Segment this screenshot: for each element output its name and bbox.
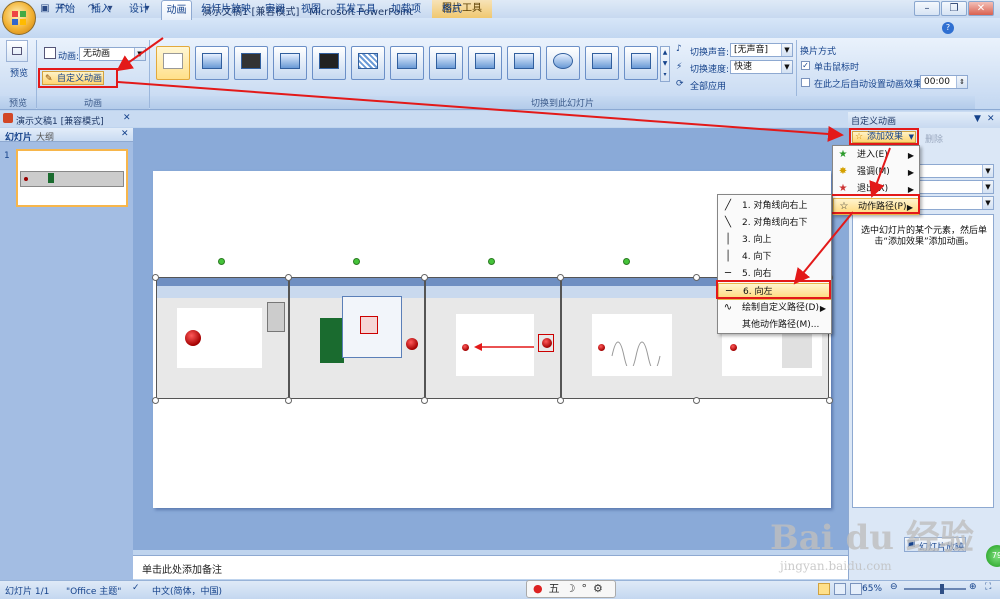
watermark-brand: Bai du 经验 xyxy=(770,518,974,558)
spellcheck-icon[interactable]: ✓ xyxy=(132,583,140,593)
slideshow-view-icon[interactable] xyxy=(850,583,862,595)
normal-view-icon[interactable] xyxy=(818,583,830,595)
fit-window-icon[interactable]: ⛶ xyxy=(985,582,991,592)
zoom-in-icon[interactable]: ⊕ xyxy=(969,582,977,592)
zoom-slider[interactable] xyxy=(904,588,966,590)
zoom-level[interactable]: 65% xyxy=(862,584,882,594)
ime-toolbar[interactable]: ●五☽°⚙ xyxy=(526,580,616,598)
office-button[interactable] xyxy=(2,1,36,35)
status-slide: 幻灯片 1/1 xyxy=(5,587,50,597)
ime-wubi-icon: 五 xyxy=(548,582,566,595)
ime-paw-icon: ● xyxy=(533,582,549,595)
ime-gear-icon: ⚙ xyxy=(592,582,609,595)
office-logo-icon xyxy=(12,11,26,25)
status-language: 中文(简体，中国) xyxy=(152,587,223,597)
zoom-out-icon[interactable]: ⊖ xyxy=(890,582,898,592)
sorter-view-icon[interactable] xyxy=(834,583,846,595)
ime-moon-icon: ☽ xyxy=(565,582,582,595)
zoom-slider-thumb[interactable] xyxy=(940,584,944,594)
ime-dot-icon: ° xyxy=(581,582,593,595)
watermark-url: jingyan.baidu.com xyxy=(780,559,892,573)
status-theme: "Office 主题" xyxy=(66,587,122,597)
